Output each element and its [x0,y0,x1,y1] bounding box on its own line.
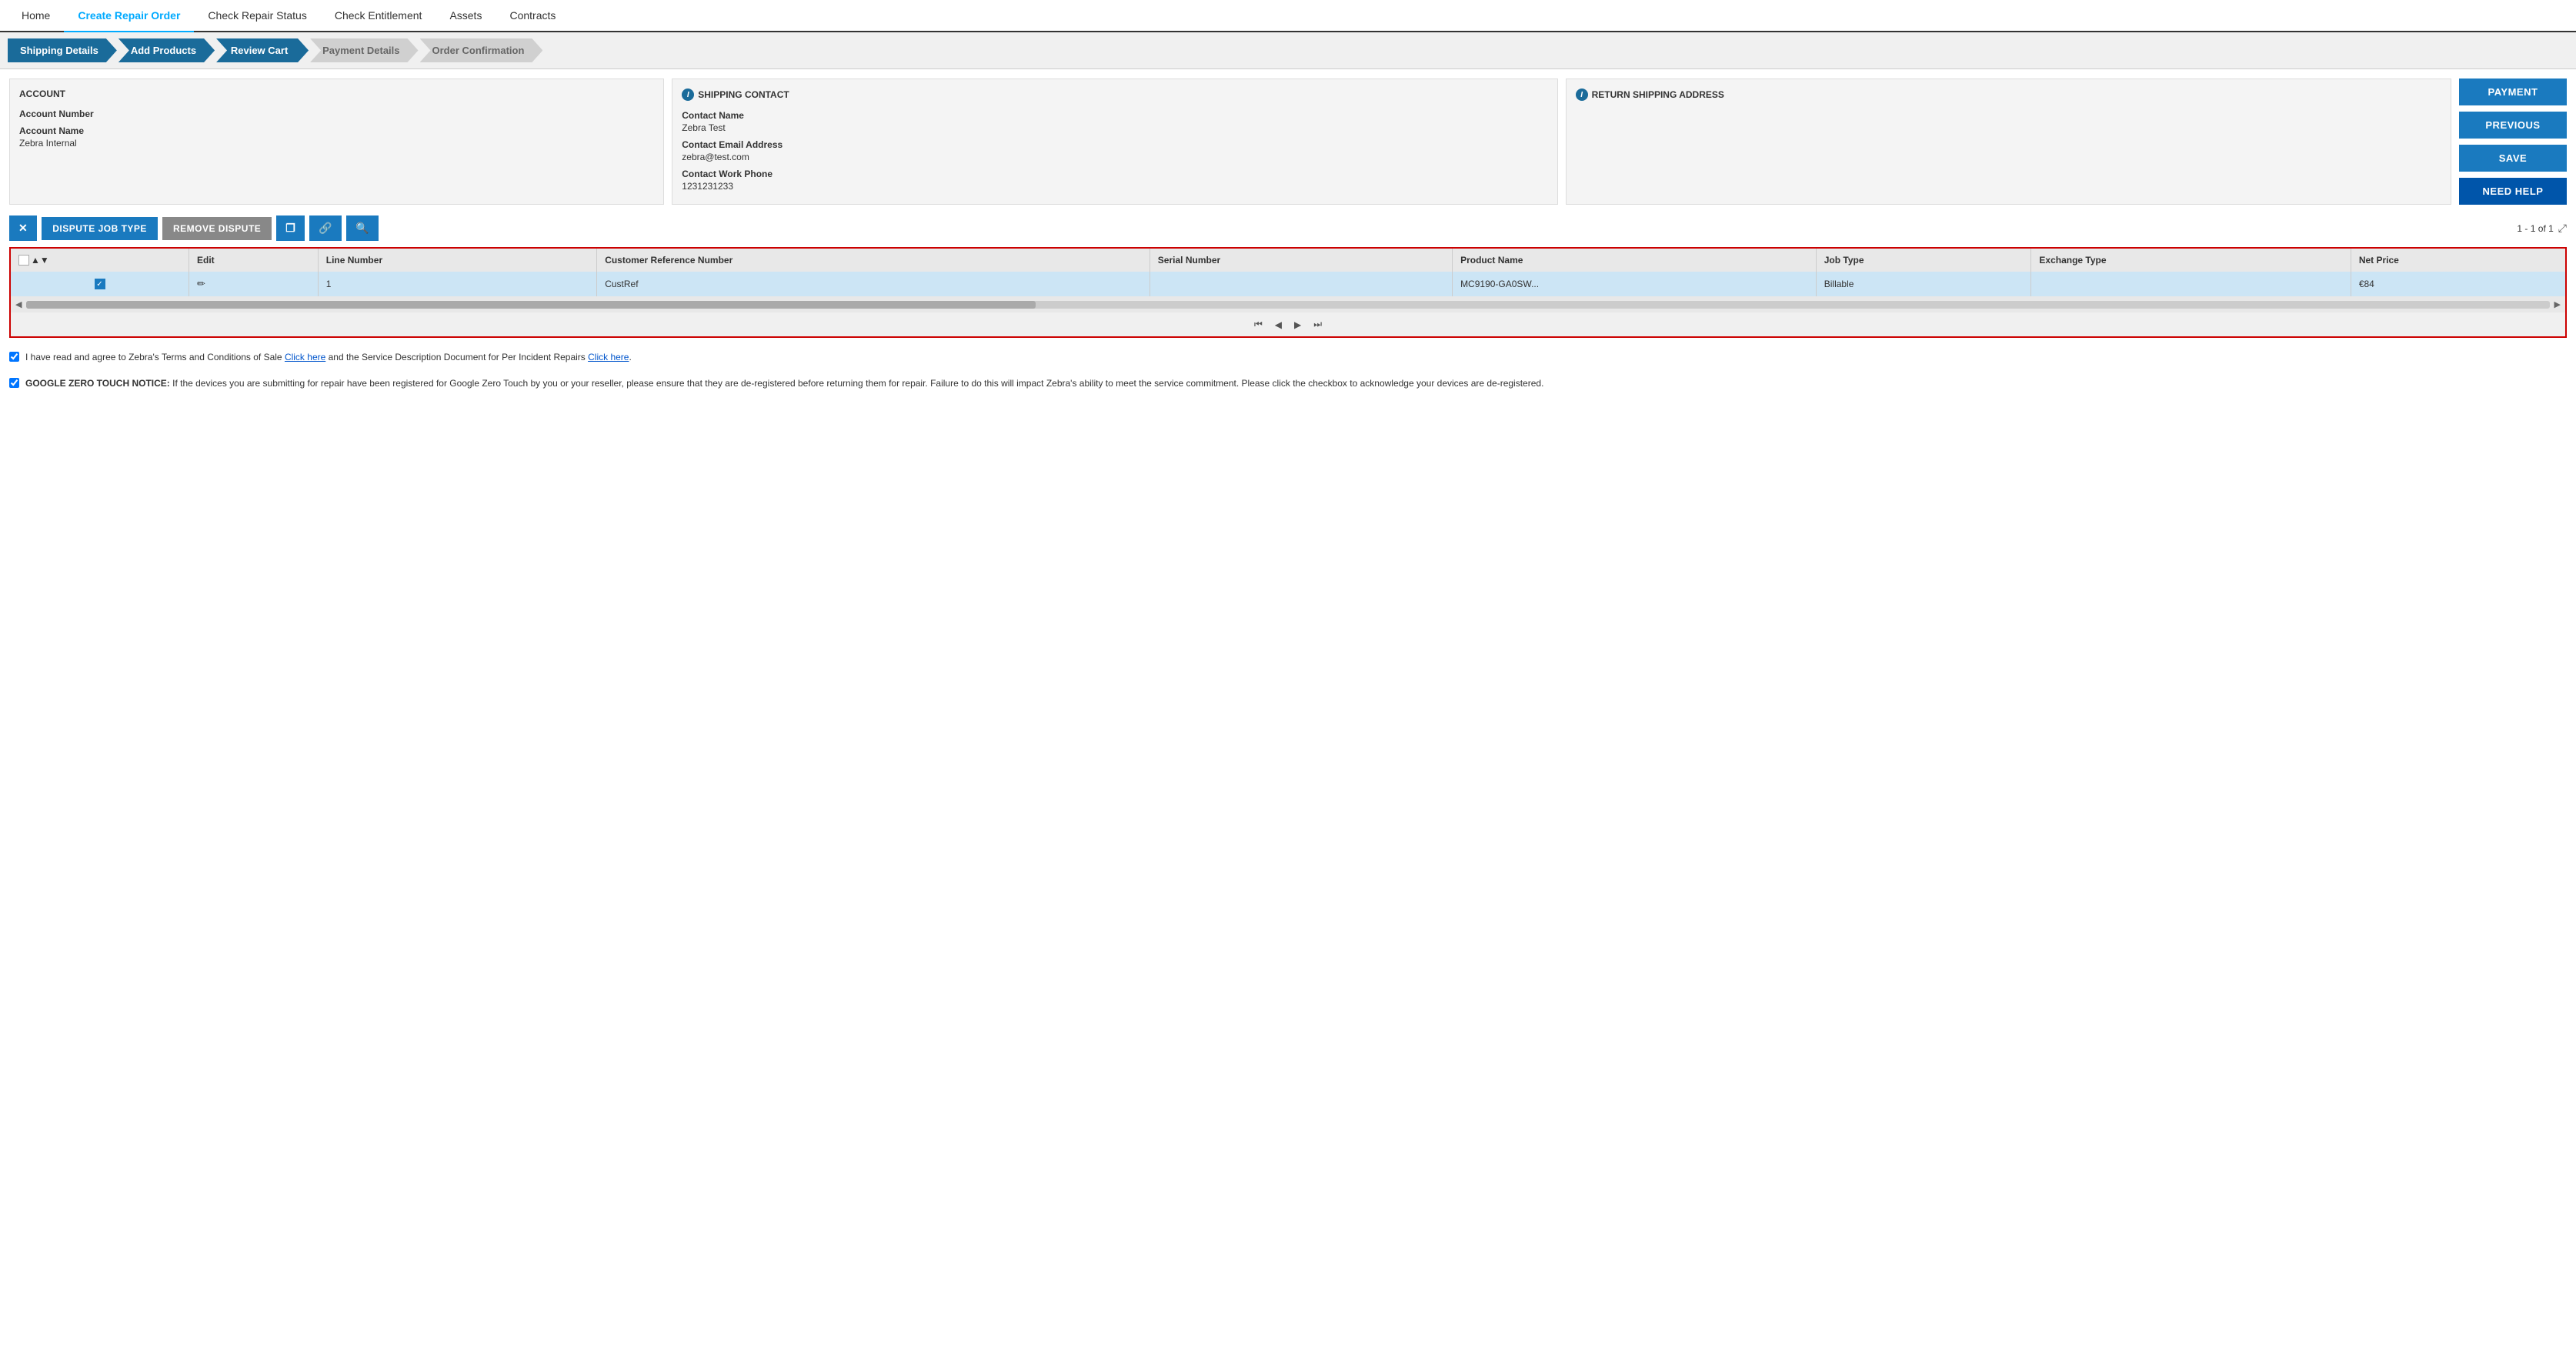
col-header-job-type: Job Type [1816,249,2031,272]
row-net-price: €84 [2351,272,2565,296]
account-number-label: Account Number [19,109,654,119]
account-name-label: Account Name [19,125,654,136]
table-row: ✓ ✏ 1 CustRef MC9190-GA0SW... Billable €… [11,272,2565,296]
horizontal-scrollbar[interactable]: ◀ ▶ [11,296,2565,312]
col-header-edit: Edit [189,249,319,272]
step-order-confirmation[interactable]: Order Confirmation [420,38,543,62]
pagination-info: 1 - 1 of 1 ⤢ [2517,222,2567,235]
row-serial-number [1150,272,1452,296]
search-button[interactable]: 🔍 [346,215,379,241]
scrollbar-track[interactable] [26,301,2549,309]
nav-check-entitlement[interactable]: Check Entitlement [321,0,436,31]
copy-button[interactable]: ❐ [276,215,305,241]
row-product-name: MC9190-GA0SW... [1453,272,1817,296]
pagination-text: 1 - 1 of 1 [2517,223,2553,234]
row-line-number: 1 [318,272,596,296]
order-table: ▲▼ Edit Line Number Customer Reference N… [11,249,2565,296]
save-button[interactable]: SAVE [2459,145,2567,172]
nav-assets[interactable]: Assets [435,0,496,31]
payment-button[interactable]: PAYMENT [2459,79,2567,105]
terms-area: I have read and agree to Zebra's Terms a… [9,350,2567,364]
next-page-button[interactable]: ▶ [1291,317,1304,332]
action-buttons-panel: PAYMENT PREVIOUS SAVE NEED HELP [2459,79,2567,205]
header-checkbox[interactable] [18,255,29,266]
contact-name-label: Contact Name [682,110,1547,121]
terms-link-1[interactable]: Click here [285,352,325,362]
info-panels-row: ACCOUNT Account Number Account Name Zebr… [9,79,2567,205]
previous-button[interactable]: PREVIOUS [2459,112,2567,139]
prev-page-button[interactable]: ◀ [1272,317,1285,332]
last-page-button[interactable]: ⏭ [1310,317,1325,332]
row-edit-cell[interactable]: ✏ [189,272,319,296]
breadcrumb-steps: Shipping Details Add Products Review Car… [0,32,2576,69]
order-table-container: ▲▼ Edit Line Number Customer Reference N… [9,247,2567,338]
main-content: ACCOUNT Account Number Account Name Zebr… [0,69,2576,399]
nav-contracts[interactable]: Contracts [496,0,569,31]
step-shipping-details[interactable]: Shipping Details [8,38,117,62]
account-panel-header: ACCOUNT [19,89,654,99]
col-header-customer-ref: Customer Reference Number [597,249,1150,272]
terms-link-2[interactable]: Click here [588,352,629,362]
nav-create-repair-order[interactable]: Create Repair Order [64,0,194,32]
close-button[interactable]: ✕ [9,215,37,241]
nav-home[interactable]: Home [8,0,64,31]
step-review-cart[interactable]: Review Cart [216,38,309,62]
scroll-right-arrow[interactable]: ▶ [2554,299,2561,309]
attach-button[interactable]: 🔗 [309,215,342,241]
dispute-job-type-button[interactable]: DISPUTE JOB TYPE [42,217,158,240]
edit-pencil-icon[interactable]: ✏ [197,278,205,289]
sort-icon: ▲▼ [31,255,49,266]
shipping-contact-panel: i SHIPPING CONTACT Contact Name Zebra Te… [672,79,1557,205]
step-payment-details[interactable]: Payment Details [310,38,418,62]
google-notice-text: GOOGLE ZERO TOUCH NOTICE: If the devices… [25,376,1543,390]
google-notice-checkbox[interactable] [9,378,19,388]
col-header-line-number: Line Number [318,249,596,272]
col-header-net-price: Net Price [2351,249,2565,272]
top-navigation: Home Create Repair Order Check Repair St… [0,0,2576,32]
google-notice-body: If the devices you are submitting for re… [170,378,1544,389]
shipping-info-icon: i [682,89,694,101]
col-header-checkbox: ▲▼ [11,249,189,272]
table-pagination-controls: ⏮ ◀ ▶ ⏭ [11,312,2565,336]
scrollbar-thumb[interactable] [26,301,1036,309]
col-header-serial-number: Serial Number [1150,249,1452,272]
need-help-button[interactable]: NEED HELP [2459,178,2567,205]
google-notice-area: GOOGLE ZERO TOUCH NOTICE: If the devices… [9,376,2567,390]
google-notice-title: GOOGLE ZERO TOUCH NOTICE: [25,378,170,389]
table-header-row: ▲▼ Edit Line Number Customer Reference N… [11,249,2565,272]
shipping-contact-header: i SHIPPING CONTACT [682,89,1547,101]
nav-check-repair-status[interactable]: Check Repair Status [194,0,320,31]
return-shipping-info-icon: i [1576,89,1588,101]
terms-checkbox[interactable] [9,352,19,362]
scroll-left-arrow[interactable]: ◀ [15,299,22,309]
return-shipping-header: i RETURN SHIPPING ADDRESS [1576,89,2441,101]
col-header-product-name: Product Name [1453,249,1817,272]
row-checkbox[interactable]: ✓ [95,279,105,289]
return-shipping-panel: i RETURN SHIPPING ADDRESS [1566,79,2451,205]
remove-dispute-button[interactable]: REMOVE DISPUTE [162,217,272,240]
contact-name-value: Zebra Test [682,122,1547,133]
account-panel: ACCOUNT Account Number Account Name Zebr… [9,79,664,205]
table-toolbar: ✕ DISPUTE JOB TYPE REMOVE DISPUTE ❐ 🔗 🔍 … [9,215,2567,241]
step-add-products[interactable]: Add Products [118,38,215,62]
col-header-exchange-type: Exchange Type [2031,249,2351,272]
contact-email-value: zebra@test.com [682,152,1547,162]
contact-phone-label: Contact Work Phone [682,169,1547,179]
first-page-button[interactable]: ⏮ [1251,317,1266,332]
contact-email-label: Contact Email Address [682,139,1547,150]
contact-phone-value: 1231231233 [682,181,1547,192]
row-checkbox-cell[interactable]: ✓ [11,272,189,296]
row-customer-ref: CustRef [597,272,1150,296]
terms-text: I have read and agree to Zebra's Terms a… [25,350,632,364]
expand-icon[interactable]: ⤢ [2558,222,2567,235]
account-name-value: Zebra Internal [19,138,654,149]
row-job-type: Billable [1816,272,2031,296]
row-exchange-type [2031,272,2351,296]
